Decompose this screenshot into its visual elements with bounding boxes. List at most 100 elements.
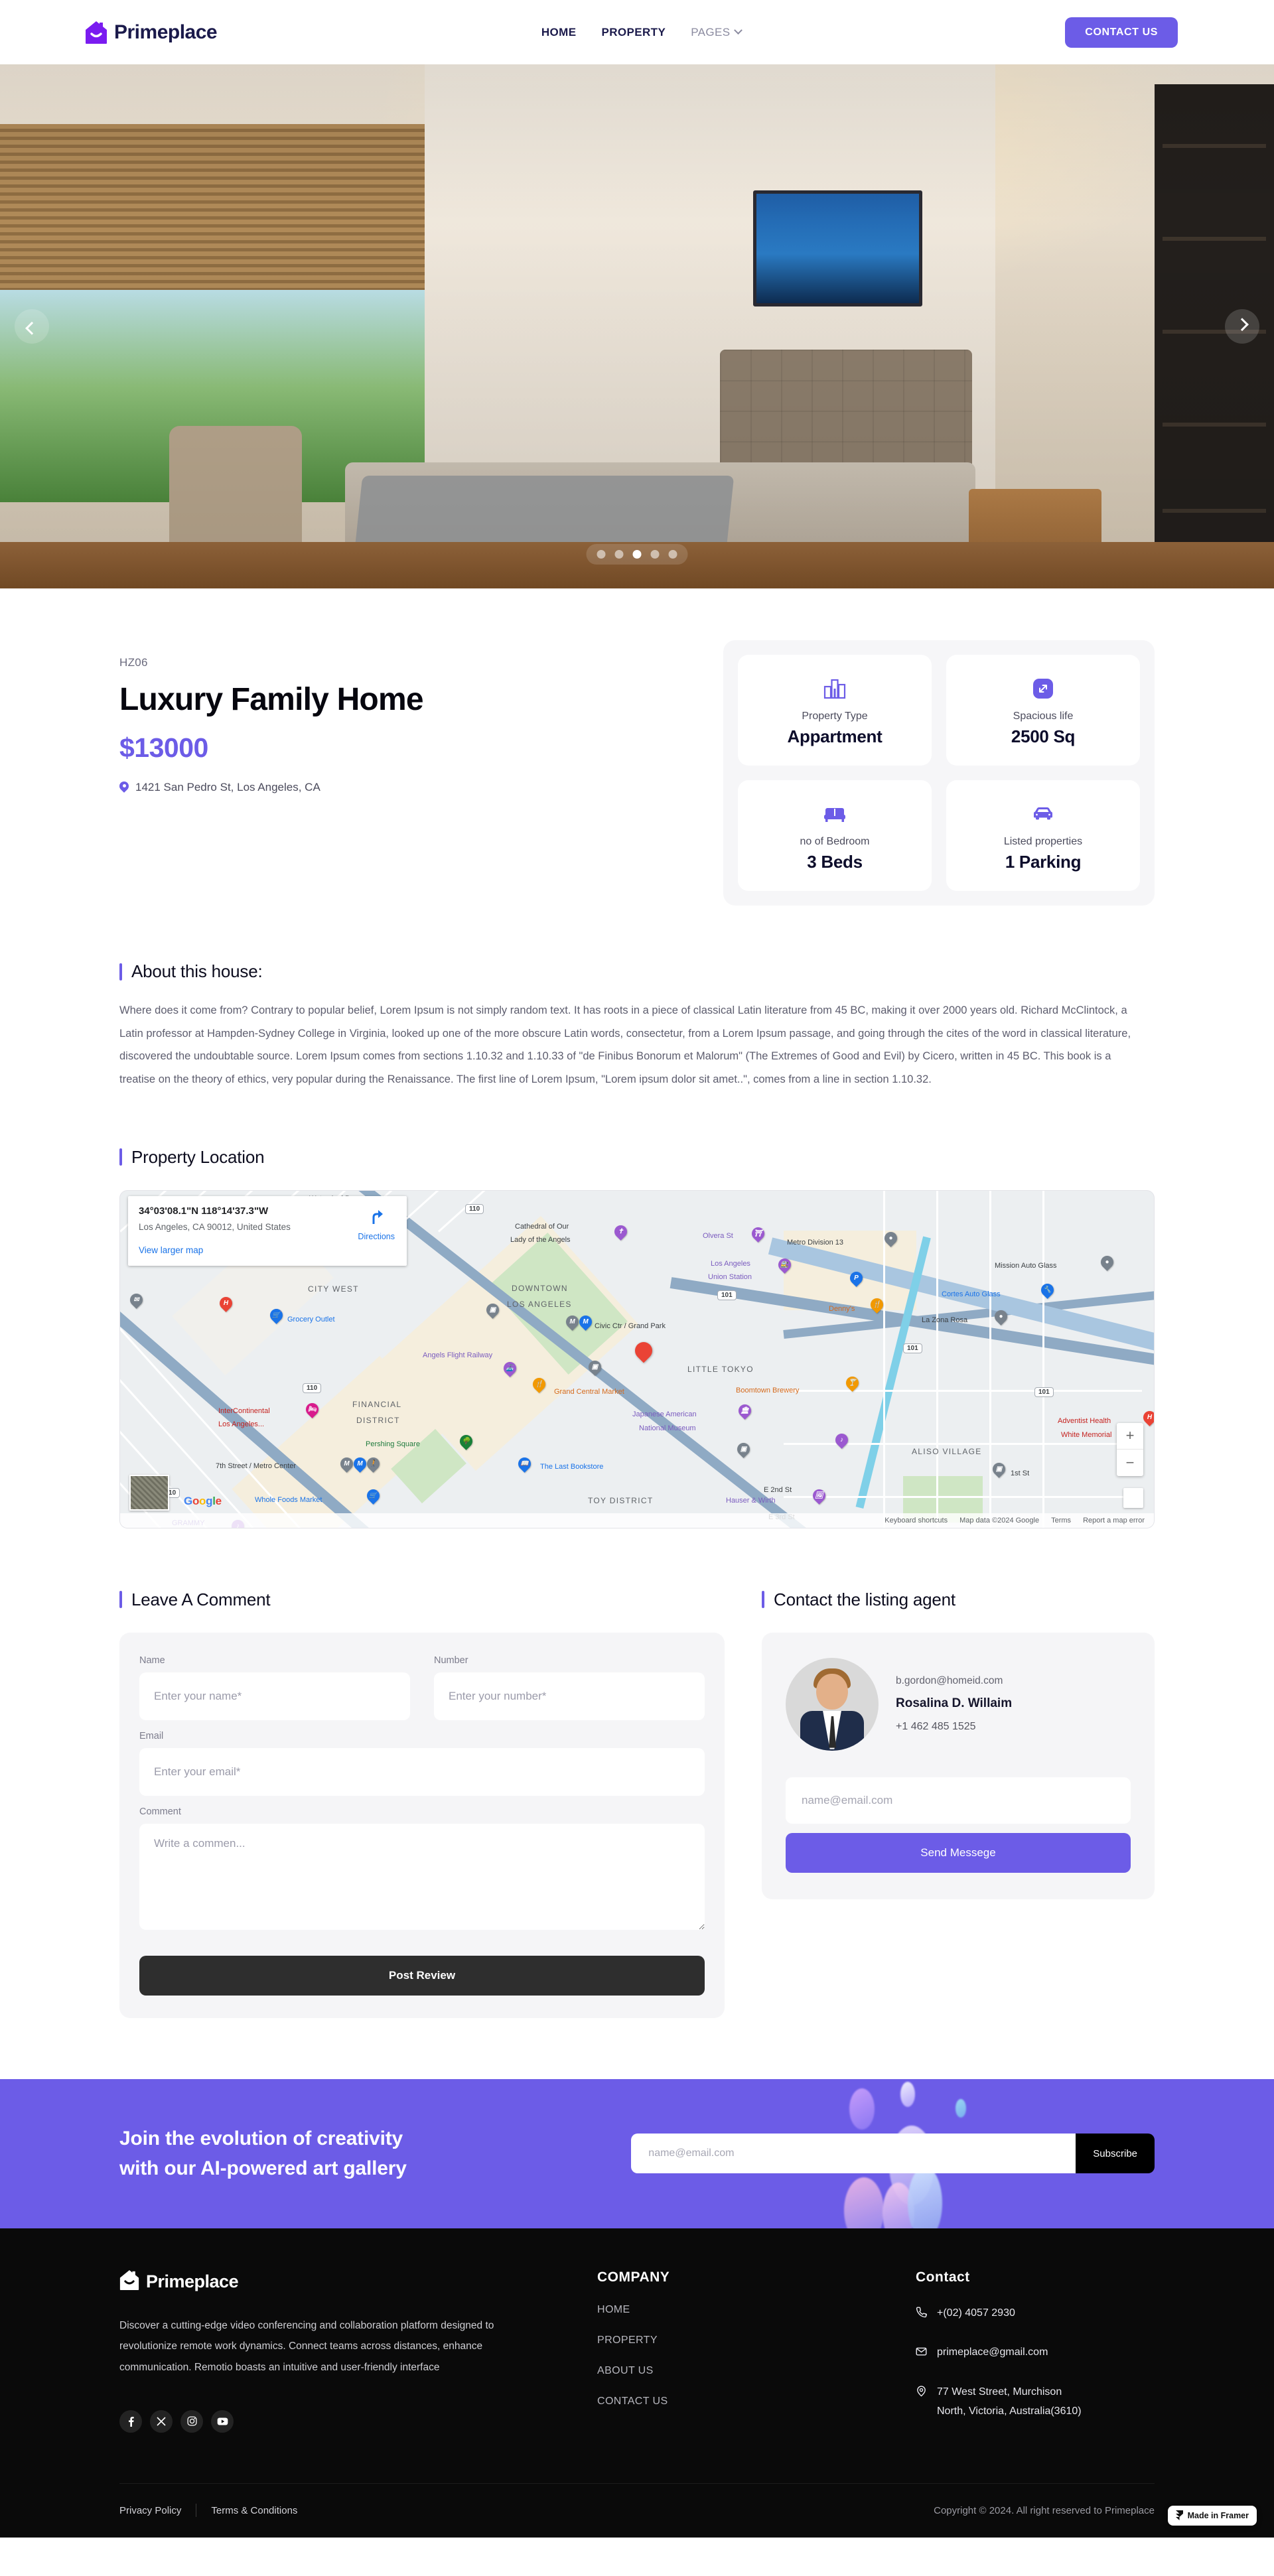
made-in-framer-badge[interactable]: Made in Framer <box>1167 2505 1257 2526</box>
accent-bar <box>119 1591 122 1609</box>
directions-icon <box>372 1209 384 1224</box>
name-input[interactable] <box>139 1672 410 1720</box>
map-poi-transit-c[interactable]: ▣ <box>737 1443 750 1459</box>
map-poi-last-bookstore[interactable]: 📖 <box>518 1457 531 1473</box>
map-poi-intercontinental[interactable]: 🛏 <box>306 1403 318 1419</box>
map-fullscreen-button[interactable] <box>1123 1487 1143 1508</box>
nav-item-home[interactable]: HOME <box>541 26 577 39</box>
footer-brand[interactable]: Primeplace <box>119 2270 544 2294</box>
map-zoom-out-button[interactable]: − <box>1117 1450 1143 1476</box>
map-zoom-in-button[interactable]: + <box>1117 1423 1143 1450</box>
carousel-dot-3[interactable] <box>632 550 642 559</box>
map-attribution-item[interactable]: Keyboard shortcuts <box>885 1517 948 1525</box>
carousel-dot-4[interactable] <box>650 550 660 559</box>
map-directions-button[interactable]: Directions <box>358 1207 395 1241</box>
agent-email: b.gordon@homeid.com <box>896 1675 1003 1687</box>
carousel-next-button[interactable] <box>1225 309 1259 344</box>
footer-phone[interactable]: +(02) 4057 2930 <box>916 2304 1155 2325</box>
map-poi-hospital[interactable]: H <box>220 1297 232 1313</box>
map-poi-metro-center[interactable]: M <box>340 1457 353 1473</box>
email-field-group: Email <box>139 1731 705 1796</box>
property-map[interactable]: Water And PowerCathedral of OurLady of t… <box>119 1189 1155 1528</box>
footer-link-about-us[interactable]: ABOUT US <box>597 2365 863 2377</box>
footer-email[interactable]: primeplace@gmail.com <box>916 2343 1155 2364</box>
email-input[interactable] <box>139 1747 705 1796</box>
map-poi-metro-center-line[interactable]: M <box>354 1457 366 1473</box>
newsletter-email-input[interactable] <box>631 2134 1076 2174</box>
comment-form: Name Number Email Comment <box>119 1632 725 2018</box>
map-poi-cathedral[interactable]: ✝ <box>614 1225 627 1241</box>
phone-icon <box>916 2306 928 2325</box>
map-poi-union-station[interactable]: 🚉 <box>778 1258 791 1274</box>
view-larger-map-link[interactable]: View larger map <box>139 1245 396 1255</box>
instagram-icon[interactable] <box>180 2409 203 2433</box>
map-street-view-thumb[interactable] <box>129 1474 169 1511</box>
carousel-dot-2[interactable] <box>614 550 624 559</box>
map-poi-boomtown-brewery[interactable]: 🍸 <box>846 1377 859 1392</box>
map-poi-cortes-auto[interactable]: 🔧 <box>1041 1284 1054 1300</box>
map-attribution: Keyboard shortcuts Map data ©2024 Google T… <box>120 1513 1154 1528</box>
footer-link-contact-us[interactable]: CONTACT US <box>597 2396 863 2407</box>
highway-shield-101b: 101 <box>903 1343 922 1353</box>
map-poi-mission-auto[interactable]: ● <box>1101 1256 1113 1272</box>
agent-heading: Contact the listing agent <box>774 1589 956 1609</box>
map-poi-adventist-health[interactable]: H <box>1143 1411 1154 1427</box>
map-poi-civic-center-line[interactable]: M <box>579 1316 592 1331</box>
agent-text-block: b.gordon@homeid.com Rosalina D. Willaim … <box>896 1675 1012 1733</box>
terms-conditions-link[interactable]: Terms & Conditions <box>211 2505 297 2516</box>
number-input[interactable] <box>434 1672 705 1720</box>
map-poi-japanese-museum[interactable]: 🏛 <box>739 1404 751 1420</box>
contact-us-button[interactable]: CONTACT US <box>1065 17 1178 48</box>
map-poi-olvera[interactable]: ⛩ <box>752 1227 764 1243</box>
map-label: CITY WEST <box>308 1284 359 1294</box>
map-poi-grocery-outlet[interactable]: 🛒 <box>270 1309 283 1325</box>
map-attribution-item[interactable]: Report a map error <box>1083 1517 1145 1525</box>
copyright-text: Copyright © 2024. All right reserved to … <box>934 2504 1155 2516</box>
listing-summary: HZ06 Luxury Family Home $13000 1421 San … <box>119 588 1155 906</box>
map-poi-pershing-square[interactable]: 🌳 <box>460 1435 472 1451</box>
map-poi-transit-e[interactable]: ▣ <box>993 1463 1005 1479</box>
footer-link-home[interactable]: HOME <box>597 2304 863 2316</box>
brand-logo[interactable]: Primeplace <box>85 21 218 44</box>
nav-item-property[interactable]: PROPERTY <box>601 26 666 39</box>
youtube-icon[interactable] <box>211 2409 234 2433</box>
agent-name: Rosalina D. Willaim <box>896 1696 1013 1711</box>
facebook-icon[interactable] <box>119 2409 142 2433</box>
map-poi-transit-d[interactable]: 🚶 <box>367 1457 380 1473</box>
map-label: Metro Division 13 <box>787 1238 843 1247</box>
carousel-dot-1[interactable] <box>597 550 606 559</box>
x-icon[interactable] <box>150 2409 173 2433</box>
listing-address: 1421 San Pedro St, Los Angeles, CA <box>119 781 683 794</box>
map-poi-music-venue[interactable]: ♪ <box>835 1434 848 1450</box>
map-poi-mail[interactable]: ✉ <box>130 1294 143 1310</box>
map-label: ALISO VILLAGE <box>912 1446 982 1456</box>
property-marker-pin[interactable] <box>635 1342 652 1366</box>
map-poi-metro-division[interactable]: ● <box>885 1232 897 1248</box>
map-poi-la-zona-rosa[interactable]: ● <box>995 1310 1007 1326</box>
map-poi-hauser-wirth[interactable]: 🖼 <box>813 1489 825 1505</box>
map-poi-transit-a[interactable]: ▣ <box>486 1304 499 1320</box>
map-directions-label: Directions <box>358 1231 395 1241</box>
brand-name: Primeplace <box>114 21 218 43</box>
map-poi-civic-center[interactable]: M <box>566 1316 579 1331</box>
map-label: Angels Flight Railway <box>423 1351 493 1359</box>
map-poi-dennys[interactable]: 🍴 <box>871 1298 883 1314</box>
subscribe-button[interactable]: Subscribe <box>1076 2134 1155 2174</box>
map-poi-angels-flight[interactable]: 🚠 <box>504 1362 516 1378</box>
agent-email-input[interactable] <box>786 1777 1131 1824</box>
map-poi-transit-b[interactable]: ▣ <box>589 1361 601 1377</box>
send-message-button[interactable]: Send Messege <box>786 1832 1131 1873</box>
nav-item-pages[interactable]: PAGES <box>691 26 743 39</box>
privacy-policy-link[interactable]: Privacy Policy <box>119 2505 181 2516</box>
comment-textarea[interactable] <box>139 1823 705 1930</box>
carousel-dot-5[interactable] <box>668 550 677 559</box>
footer-link-property[interactable]: PROPERTY <box>597 2335 863 2346</box>
map-poi-parking[interactable]: P <box>850 1272 863 1288</box>
map-poi-whole-foods[interactable]: 🛒 <box>367 1489 380 1505</box>
carousel-prev-button[interactable] <box>15 309 49 344</box>
map-attribution-item[interactable]: Map data ©2024 Google <box>959 1517 1039 1525</box>
map-attribution-item[interactable]: Terms <box>1051 1517 1071 1525</box>
post-review-button[interactable]: Post Review <box>139 1955 705 1996</box>
map-poi-grand-central-market[interactable]: 🍴 <box>533 1378 545 1394</box>
map-heading: Property Location <box>131 1146 265 1167</box>
